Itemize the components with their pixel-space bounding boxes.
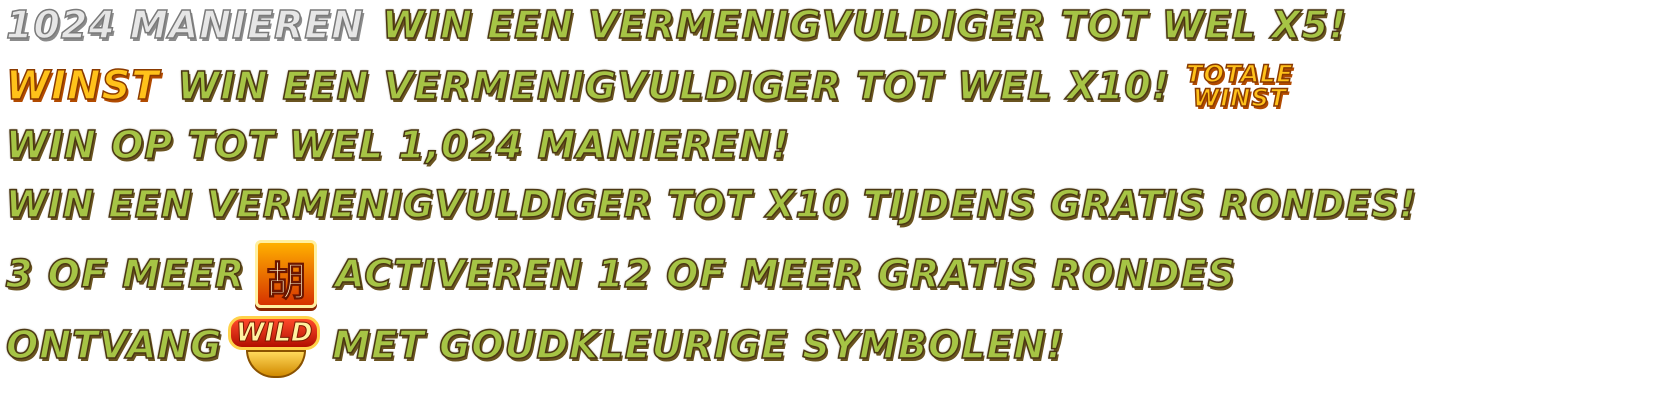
activate-free-spins-text: ACTIVEREN 12 OF MEER GRATIS RONDES bbox=[334, 252, 1236, 296]
line-wild-gold: ONTVANG WILD MET GOUDKLEURIGE SYMBOLEN! bbox=[5, 312, 1065, 378]
line-scatter-trigger: 3 OF MEER 胡 ACTIVEREN 12 OF MEER GRATIS … bbox=[5, 240, 1236, 308]
line-win-multiplier: WINST WIN EEN VERMENIGVULDIGER TOT WEL X… bbox=[5, 60, 1294, 112]
wild-symbol-icon: WILD bbox=[228, 312, 321, 378]
multiplier-x5-text: WIN EEN VERMENIGVULDIGER TOT WEL X5! bbox=[381, 3, 1348, 47]
win-label: WINST bbox=[5, 63, 160, 109]
line-ways-multiplier: 1024 MANIEREN WIN EEN VERMENIGVULDIGER T… bbox=[5, 3, 1348, 47]
wild-label: WILD bbox=[236, 318, 314, 349]
receive-text: ONTVANG bbox=[5, 323, 223, 367]
text-sprite-sheet: 1024 MANIEREN WIN EEN VERMENIGVULDIGER T… bbox=[0, 0, 1680, 408]
gold-bowl-icon bbox=[246, 350, 307, 378]
line-free-spins-multiplier: WIN EEN VERMENIGVULDIGER TOT X10 TIJDENS… bbox=[5, 183, 1418, 226]
scatter-symbol-icon: 胡 bbox=[255, 240, 318, 308]
ways-label: 1024 MANIEREN bbox=[5, 3, 365, 47]
total-win-label: TOTALE WINST bbox=[1185, 60, 1294, 112]
three-or-more-text: 3 OF MEER bbox=[5, 252, 246, 296]
line-1024-ways: WIN OP TOT WEL 1,024 MANIEREN! bbox=[5, 123, 791, 167]
gold-symbols-text: MET GOUDKLEURIGE SYMBOLEN! bbox=[332, 323, 1065, 367]
multiplier-x10-text: WIN EEN VERMENIGVULDIGER TOT WEL X10! bbox=[177, 64, 1171, 108]
total-win-label-top: TOTALE bbox=[1185, 60, 1294, 88]
scatter-symbol-glyph: 胡 bbox=[266, 259, 307, 306]
free-spins-multiplier-text: WIN EEN VERMENIGVULDIGER TOT X10 TIJDENS… bbox=[5, 183, 1418, 226]
total-win-label-bottom: WINST bbox=[1192, 84, 1287, 112]
win-1024-ways-text: WIN OP TOT WEL 1,024 MANIEREN! bbox=[5, 123, 791, 167]
